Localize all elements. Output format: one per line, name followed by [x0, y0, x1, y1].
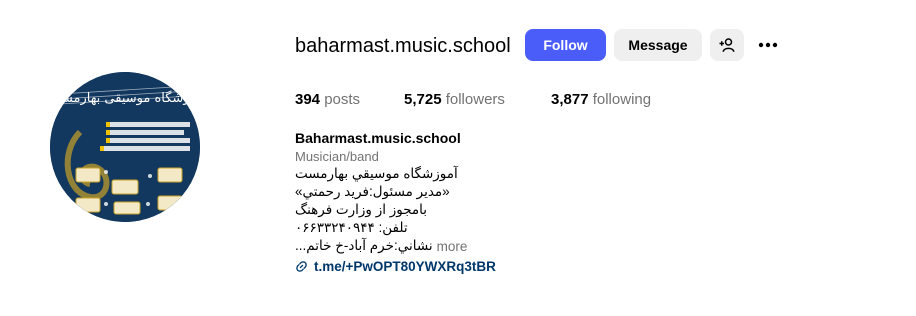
suggested-accounts-button[interactable]: [710, 29, 744, 61]
bio-more-link[interactable]: more: [437, 239, 468, 254]
bio-external-link[interactable]: t.me/+PwOPT80YWXRq3tBR: [295, 256, 555, 276]
bio-line: آموزشگاه موسيقي بهارمست: [295, 166, 458, 181]
more-options-button[interactable]: [752, 29, 784, 61]
posts-label: posts: [324, 91, 361, 108]
follow-button[interactable]: Follow: [525, 29, 606, 61]
profile-username: baharmast.music.school: [295, 35, 511, 57]
bio-line: بامجوز از وزارت فرهنگ: [295, 202, 428, 217]
bio-line: نشاني:خرم آباد-خ خاتم...: [295, 238, 433, 253]
profile-page: آموزشگاه موسیقی بهارمست baharmast.music.…: [0, 0, 916, 316]
profile-avatar[interactable]: آموزشگاه موسیقی بهارمست: [50, 72, 200, 222]
message-button[interactable]: Message: [614, 29, 702, 61]
bio-line: «مدير مسئول:فريد رحمتي»: [295, 184, 450, 199]
followers-count: 5,725: [404, 91, 442, 108]
profile-bio: Baharmast.music.school Musician/band آمو…: [295, 130, 555, 276]
profile-full-name: Baharmast.music.school: [295, 130, 461, 146]
following-label: following: [592, 91, 652, 108]
following-count: 3,877: [551, 91, 589, 108]
avatar-title-text: آموزشگاه موسیقی بهارمست: [50, 89, 200, 106]
followers-stat[interactable]: 5,725 followers: [404, 91, 505, 109]
posts-stat: 394 posts: [295, 91, 360, 109]
link-icon: [296, 260, 307, 272]
followers-label: followers: [445, 91, 505, 108]
more-options-icon: [758, 42, 778, 48]
avatar-image: آموزشگاه موسیقی بهارمست: [50, 72, 200, 222]
profile-category: Musician/band: [295, 149, 379, 164]
posts-count: 394: [295, 91, 321, 108]
following-stat[interactable]: 3,877 following: [551, 91, 651, 109]
person-plus-icon: [719, 38, 735, 52]
bio-link-text: t.me/+PwOPT80YWXRq3tBR: [314, 258, 496, 274]
bio-line: تلفن: ۰۶۶۳۳۲۴۰۹۴۴: [295, 220, 408, 235]
